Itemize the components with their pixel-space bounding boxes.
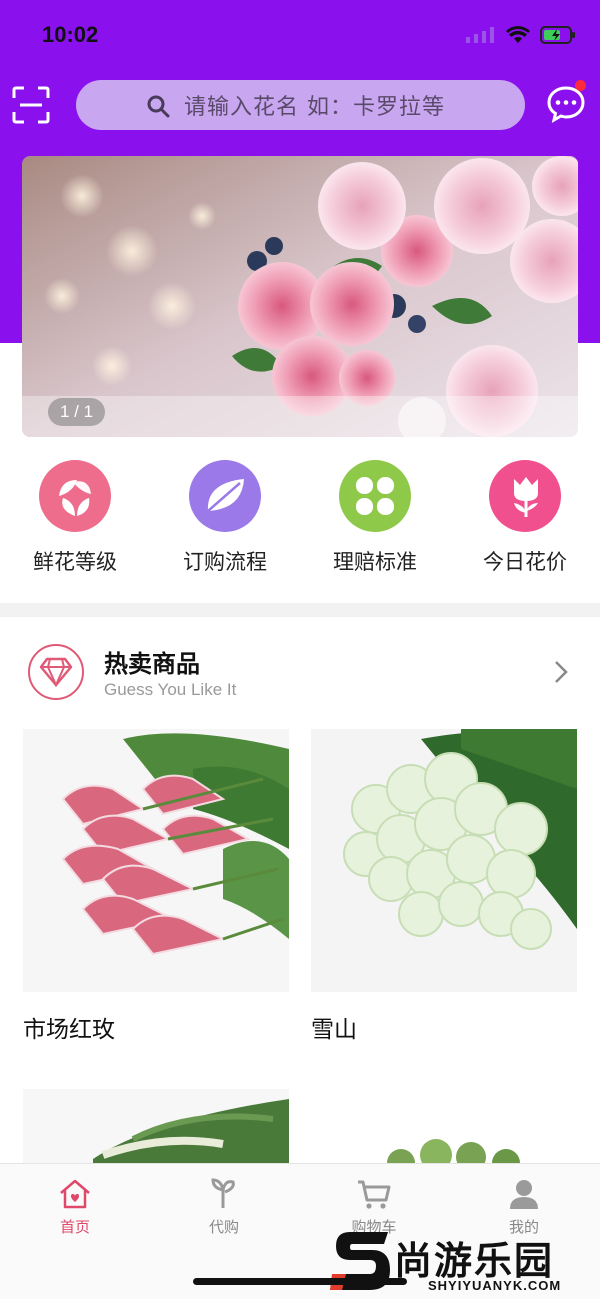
scan-icon[interactable] [12,86,50,124]
tab-label: 代购 [208,1218,239,1236]
cart-icon [358,1180,391,1209]
tab-label: 首页 [59,1218,90,1236]
home-icon [60,1179,90,1209]
product-card[interactable]: 雪山 [311,729,577,1044]
flower-icon [211,1178,235,1208]
banner-carousel[interactable] [22,156,578,437]
category-today-price[interactable]: 今日花价 [450,460,600,600]
hot-products-header[interactable]: 热卖商品 Guess You Like It [0,630,600,716]
product-name: 雪山 [311,1017,357,1043]
category-claim-standard[interactable]: 理赔标准 [300,460,450,600]
user-icon [510,1180,538,1209]
clover-icon [339,460,411,532]
section-title: 热卖商品 [104,650,200,678]
watermark: 尚游乐园 SHYIYUANYK.COM [330,1226,600,1299]
chevron-right-icon[interactable] [552,658,572,686]
search-input[interactable]: 请输入花名 如：卡罗拉等 [76,80,525,130]
category-grid: 鲜花等级 订购流程 理赔标准 今日花价 [0,460,600,600]
product-image [23,729,289,992]
home-indicator[interactable] [193,1278,407,1285]
diamond-icon [28,644,84,700]
product-image [311,729,577,992]
tulip-icon [489,460,561,532]
banner-flowers-image [22,156,578,437]
search-placeholder: 请输入花名 如：卡罗拉等 [184,95,445,120]
status-time: 10:02 [42,22,99,47]
tab-purchase[interactable]: 代购 [174,1178,274,1237]
notification-dot [575,80,586,91]
header: 请输入花名 如：卡罗拉等 [0,78,600,134]
tab-home[interactable]: 首页 [25,1178,125,1237]
product-name: 市场红玫 [23,1017,115,1043]
category-flower-grade[interactable]: 鲜花等级 [0,460,150,600]
search-icon [147,95,170,118]
section-subtitle: Guess You Like It [104,680,237,699]
category-label: 理赔标准 [333,550,417,574]
status-bar: 10:02 [0,0,600,72]
wifi-icon [506,26,530,43]
signal-icon [466,27,494,43]
category-label: 鲜花等级 [33,550,117,574]
product-card[interactable] [23,1089,289,1163]
product-card[interactable]: 市场红玫 [23,729,289,1044]
leaf-icon [189,460,261,532]
battery-icon [540,26,575,44]
watermark-s-logo [330,1232,390,1290]
product-image [23,1089,289,1163]
product-card[interactable] [311,1089,577,1163]
section-divider [0,603,600,617]
watermark-text: 尚游乐园 [394,1239,555,1283]
watermark-url: SHYIYUANYK.COM [428,1278,562,1293]
leaves-icon [39,460,111,532]
product-image [311,1089,577,1163]
category-label: 订购流程 [183,550,267,574]
category-order-process[interactable]: 订购流程 [150,460,300,600]
banner-page-indicator: 1 / 1 [48,398,105,426]
status-icons [466,26,576,44]
category-label: 今日花价 [483,550,567,574]
